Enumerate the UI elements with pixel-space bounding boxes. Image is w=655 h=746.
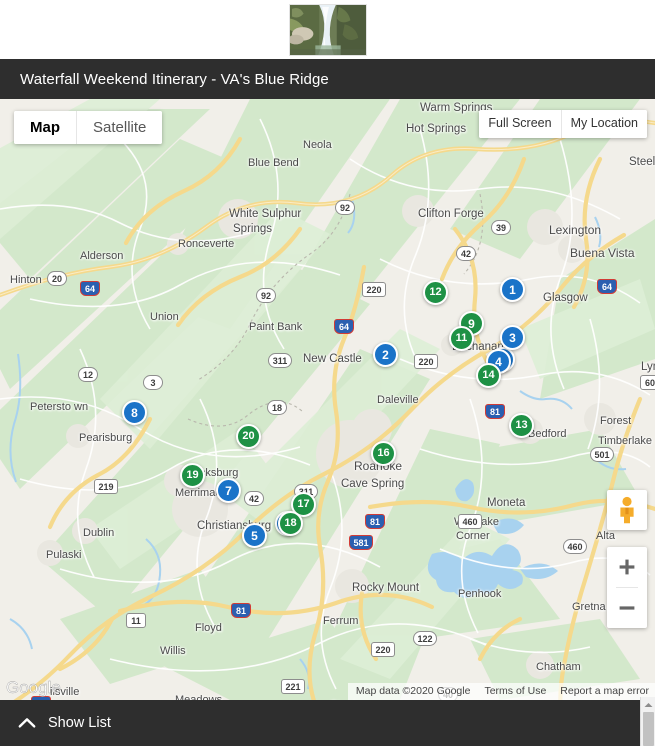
- itinerary-map-page: Waterfall Weekend Itinerary - VA's Blue …: [0, 0, 655, 746]
- page-scrollbar[interactable]: [640, 697, 655, 746]
- scrollbar-up-arrow[interactable]: [641, 697, 655, 712]
- itinerary-marker-7[interactable]: 7: [216, 478, 241, 503]
- map-type-control[interactable]: Map Satellite: [14, 111, 163, 144]
- pegman-icon: [620, 496, 634, 524]
- map-data-attribution: Map data ©2020 Google: [355, 685, 471, 697]
- zoom-in-button[interactable]: [607, 547, 647, 587]
- google-logo: Google: [6, 677, 72, 697]
- my-location-button[interactable]: My Location: [560, 110, 647, 138]
- itinerary-marker-8[interactable]: 8: [122, 400, 147, 425]
- chevron-up-icon: [18, 717, 36, 729]
- itinerary-marker-19[interactable]: 19: [180, 463, 205, 488]
- page-title: Waterfall Weekend Itinerary - VA's Blue …: [20, 70, 329, 88]
- full-screen-button[interactable]: Full Screen: [479, 110, 561, 138]
- itinerary-marker-13[interactable]: 13: [509, 413, 534, 438]
- itinerary-marker-20[interactable]: 20: [236, 424, 261, 449]
- svg-text:Google: Google: [6, 678, 61, 697]
- itinerary-marker-16[interactable]: 16: [371, 441, 396, 466]
- itinerary-marker-2[interactable]: 2: [373, 342, 398, 367]
- thumbnail-strip: [0, 0, 655, 60]
- map-tiles: [0, 99, 655, 700]
- terms-of-use-link[interactable]: Terms of Use: [484, 685, 546, 697]
- scrollbar-thumb[interactable]: [643, 712, 654, 746]
- itinerary-marker-18[interactable]: 18: [278, 511, 303, 536]
- itinerary-marker-3[interactable]: 3: [500, 325, 525, 350]
- page-title-bar: Waterfall Weekend Itinerary - VA's Blue …: [0, 59, 655, 99]
- map-container[interactable]: Warm SpringsHot SpringsNeolaSteeles TavB…: [0, 99, 655, 700]
- google-logo-icon: Google: [6, 678, 61, 697]
- map-attribution: Map data ©2020 Google Terms of Use Repor…: [347, 683, 655, 700]
- show-list-bar[interactable]: Show List: [0, 700, 645, 746]
- plus-icon: [619, 559, 635, 575]
- report-map-error-link[interactable]: Report a map error: [560, 685, 649, 697]
- itinerary-marker-1[interactable]: 1: [500, 277, 525, 302]
- zoom-control[interactable]: [607, 547, 647, 628]
- waterfall-photo-icon: [289, 5, 366, 55]
- map-type-satellite-button[interactable]: Satellite: [76, 111, 163, 144]
- waterfall-thumbnail[interactable]: [288, 4, 367, 56]
- map-type-map-button[interactable]: Map: [14, 111, 76, 144]
- show-list-label: Show List: [48, 715, 111, 731]
- street-view-pegman-control[interactable]: [607, 490, 647, 530]
- zoom-out-button[interactable]: [607, 588, 647, 628]
- itinerary-marker-12[interactable]: 12: [423, 280, 448, 305]
- map-top-right-controls[interactable]: Full Screen My Location: [479, 110, 647, 138]
- itinerary-marker-11[interactable]: 11: [449, 326, 474, 351]
- itinerary-marker-5[interactable]: 5: [242, 523, 267, 548]
- minus-icon: [619, 606, 635, 610]
- itinerary-marker-14[interactable]: 14: [476, 363, 501, 388]
